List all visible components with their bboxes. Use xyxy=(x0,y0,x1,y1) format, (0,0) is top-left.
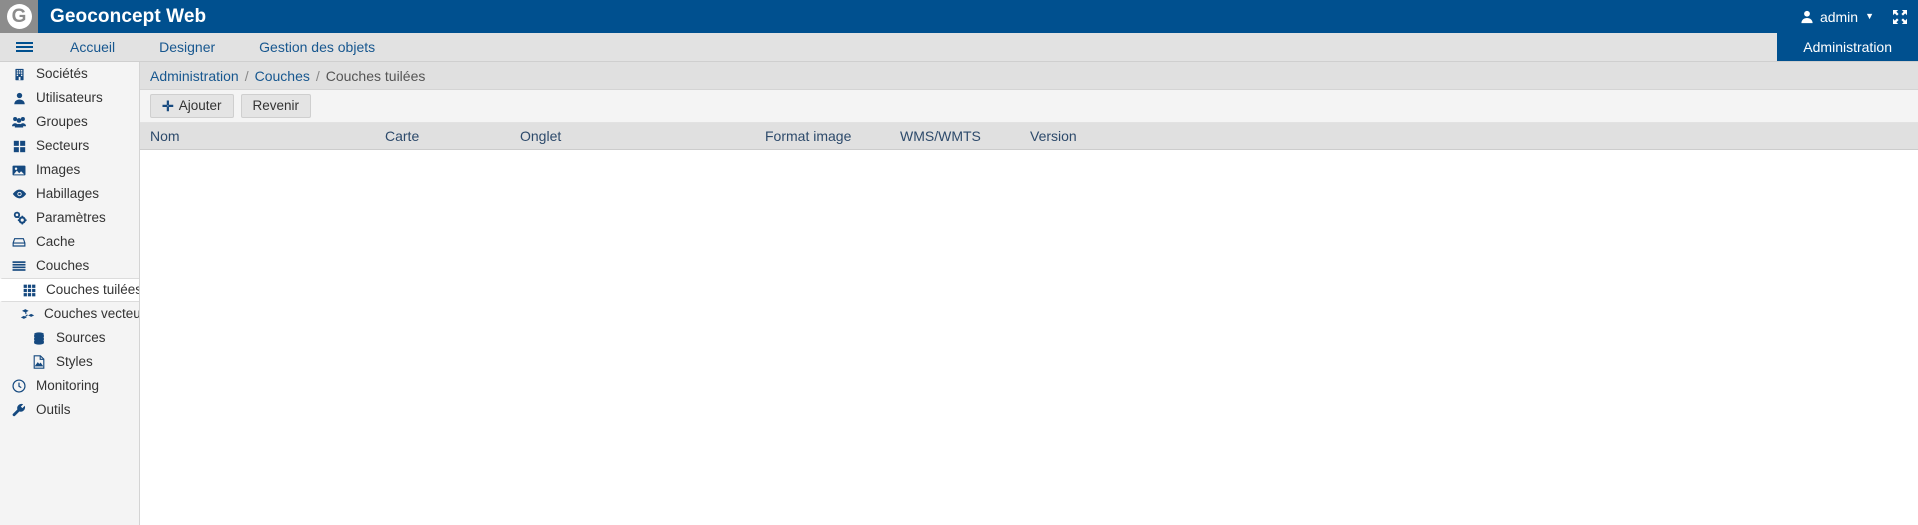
clock-icon xyxy=(10,379,28,393)
sidebar-item-cache[interactable]: Cache xyxy=(0,230,139,254)
layers-table-container: Nom Carte Onglet Format image WMS/WMTS V… xyxy=(140,123,1918,525)
fullscreen-expand-icon[interactable] xyxy=(1892,9,1908,25)
eye-icon xyxy=(10,188,28,200)
add-button-label: Ajouter xyxy=(178,98,222,114)
header-right-actions: admin ▼ xyxy=(1796,7,1918,27)
user-icon xyxy=(1800,10,1814,24)
sidebar-item-label: Couches xyxy=(36,258,90,274)
table-empty-area xyxy=(140,150,1918,470)
app-title: Geoconcept Web xyxy=(50,5,207,27)
sidebar-item-label: Styles xyxy=(56,354,93,370)
grid-dots-icon xyxy=(20,284,38,297)
sidebar-item-groupes[interactable]: Groupes xyxy=(0,110,139,134)
page-body: Sociétés Utilisateurs Groupes Secteurs I… xyxy=(0,62,1918,525)
column-header-version[interactable]: Version xyxy=(1020,123,1918,150)
nav-gestion-des-objets[interactable]: Gestion des objets xyxy=(237,33,397,61)
sidebar-item-label: Utilisateurs xyxy=(36,90,103,106)
breadcrumb-current: Couches tuilées xyxy=(325,67,426,84)
nav-designer[interactable]: Designer xyxy=(137,33,237,61)
column-header-format-image[interactable]: Format image xyxy=(755,123,890,150)
sidebar-item-label: Couches tuilées xyxy=(46,282,140,298)
vector-cubes-icon xyxy=(18,308,36,321)
sidebar-item-images[interactable]: Images xyxy=(0,158,139,182)
grid-squares-icon xyxy=(10,140,28,153)
sidebar-item-label: Couches vecteurs xyxy=(44,306,140,322)
sidebar-item-couches-tuilees[interactable]: Couches tuilées xyxy=(0,278,139,302)
sidebar-item-label: Secteurs xyxy=(36,138,90,154)
sidebar-item-societes[interactable]: Sociétés xyxy=(0,62,139,86)
column-header-wms-wmts[interactable]: WMS/WMTS xyxy=(890,123,1020,150)
user-name: admin xyxy=(1819,8,1859,25)
hdd-icon xyxy=(10,237,28,248)
sidebar-item-monitoring[interactable]: Monitoring xyxy=(0,374,139,398)
breadcrumb-couches[interactable]: Couches xyxy=(255,68,310,84)
column-header-carte[interactable]: Carte xyxy=(375,123,510,150)
logo-letter: G xyxy=(6,4,32,29)
sidebar-item-label: Images xyxy=(36,162,81,178)
sidebar-item-label: Outils xyxy=(36,402,71,418)
sidebar-item-label: Paramètres xyxy=(36,210,106,226)
breadcrumb-separator: / xyxy=(244,67,249,84)
sidebar-item-sources[interactable]: Sources xyxy=(0,326,139,350)
user-icon xyxy=(10,92,28,105)
nav-tab-administration[interactable]: Administration xyxy=(1777,33,1918,61)
sidebar-item-parametres[interactable]: Paramètres xyxy=(0,206,139,230)
tiled-layers-table: Nom Carte Onglet Format image WMS/WMTS V… xyxy=(140,123,1918,150)
sidebar-item-utilisateurs[interactable]: Utilisateurs xyxy=(0,86,139,110)
sidebar-item-styles[interactable]: Styles xyxy=(0,350,139,374)
sidebar-item-label: Habillages xyxy=(36,186,100,202)
breadcrumb: Administration / Couches / Couches tuilé… xyxy=(140,62,1918,90)
sidebar-item-outils[interactable]: Outils xyxy=(0,398,139,422)
nav-accueil[interactable]: Accueil xyxy=(48,33,137,61)
file-image-icon xyxy=(30,355,48,369)
users-group-icon xyxy=(10,115,28,129)
sidebar-item-secteurs[interactable]: Secteurs xyxy=(0,134,139,158)
sidebar-item-label: Groupes xyxy=(36,114,88,130)
layers-bars-icon xyxy=(10,260,28,272)
column-header-nom[interactable]: Nom xyxy=(140,123,375,150)
sidebar-item-couches[interactable]: Couches xyxy=(0,254,139,278)
breadcrumb-separator: / xyxy=(315,67,320,84)
user-menu[interactable]: admin ▼ xyxy=(1796,7,1878,27)
admin-sidebar: Sociétés Utilisateurs Groupes Secteurs I… xyxy=(0,62,140,525)
back-button-label: Revenir xyxy=(252,98,300,114)
breadcrumb-administration[interactable]: Administration xyxy=(150,68,239,84)
add-button[interactable]: ✛ Ajouter xyxy=(150,94,234,118)
sidebar-item-label: Sources xyxy=(56,330,106,346)
image-icon xyxy=(10,164,28,177)
wrench-icon xyxy=(10,403,28,417)
sidebar-item-label: Sociétés xyxy=(36,66,88,82)
sidebar-item-label: Monitoring xyxy=(36,378,100,394)
chevron-down-icon: ▼ xyxy=(1865,11,1874,21)
geoconcept-logo-icon: G xyxy=(0,0,38,33)
app-header: G Geoconcept Web admin ▼ xyxy=(0,0,1918,33)
plus-icon: ✛ xyxy=(162,98,174,114)
database-icon xyxy=(30,331,48,345)
sidebar-item-habillages[interactable]: Habillages xyxy=(0,182,139,206)
content-toolbar: ✛ Ajouter Revenir xyxy=(140,90,1918,123)
sidebar-item-label: Cache xyxy=(36,234,76,250)
main-navigation-bar: Accueil Designer Gestion des objets Admi… xyxy=(0,33,1918,62)
hamburger-menu-icon[interactable] xyxy=(0,33,48,61)
sidebar-item-couches-vecteurs[interactable]: Couches vecteurs xyxy=(0,302,139,326)
main-content: Administration / Couches / Couches tuilé… xyxy=(140,62,1918,525)
building-icon xyxy=(10,68,28,81)
gears-icon xyxy=(10,211,28,225)
nav-right-group: Administration xyxy=(1777,33,1918,61)
back-button[interactable]: Revenir xyxy=(240,94,312,118)
column-header-onglet[interactable]: Onglet xyxy=(510,123,755,150)
table-header-row: Nom Carte Onglet Format image WMS/WMTS V… xyxy=(140,123,1918,150)
